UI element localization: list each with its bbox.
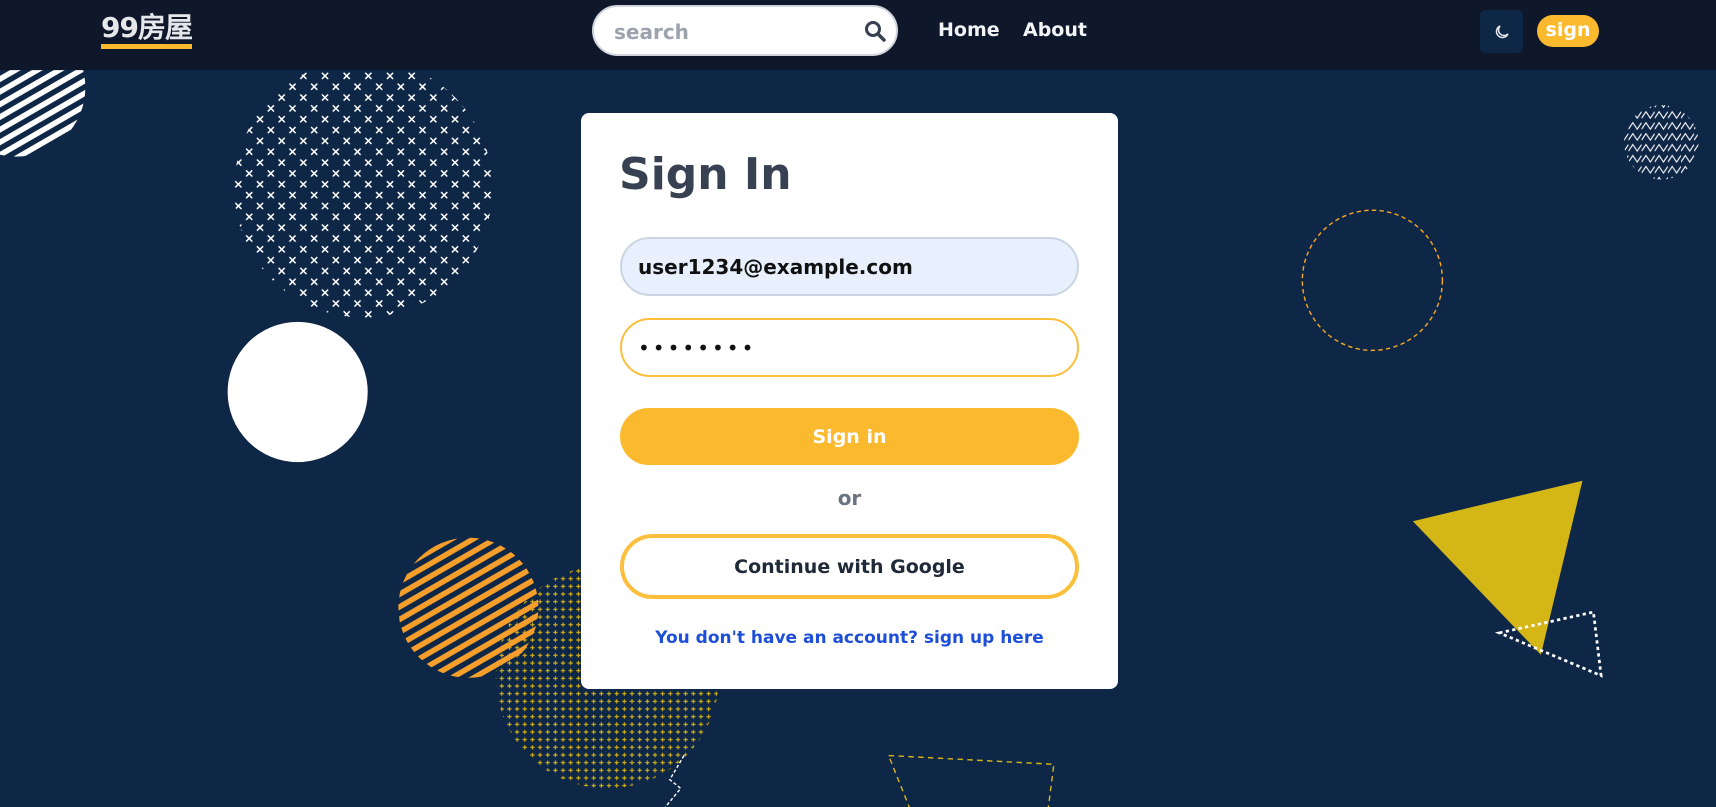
moon-icon — [1495, 24, 1509, 38]
search-input[interactable] — [614, 19, 844, 45]
dashed-orange-circle — [1301, 209, 1444, 352]
search-box — [592, 5, 898, 56]
or-divider: or — [837, 486, 862, 510]
crosshatch-circle — [234, 70, 493, 318]
white-circle — [227, 321, 368, 463]
dashed-yellow-triangle — [887, 754, 1055, 807]
striped-circle-orange — [398, 537, 539, 678]
logo[interactable]: 99房屋 — [101, 12, 193, 49]
google-signin-button[interactable]: Continue with Google — [620, 534, 1079, 599]
password-field[interactable] — [620, 318, 1079, 377]
nav-link-home[interactable]: Home — [938, 19, 1000, 41]
sign-in-button[interactable]: Sign in — [620, 408, 1079, 465]
email-field[interactable] — [620, 237, 1079, 296]
zigzag-circle — [1624, 105, 1699, 180]
signin-card: Sign In Sign in or Continue with Google … — [581, 113, 1118, 689]
yellow-triangle — [1412, 480, 1583, 655]
navbar: 99房屋 Home About sign — [0, 0, 1716, 70]
signup-link[interactable]: You don't have an account? sign up here — [581, 628, 1118, 648]
sign-button[interactable]: sign — [1537, 15, 1599, 47]
theme-toggle-button[interactable] — [1480, 10, 1523, 53]
search-icon[interactable] — [864, 20, 886, 46]
nav-link-about[interactable]: About — [1023, 19, 1087, 41]
page-title: Sign In — [619, 149, 792, 200]
